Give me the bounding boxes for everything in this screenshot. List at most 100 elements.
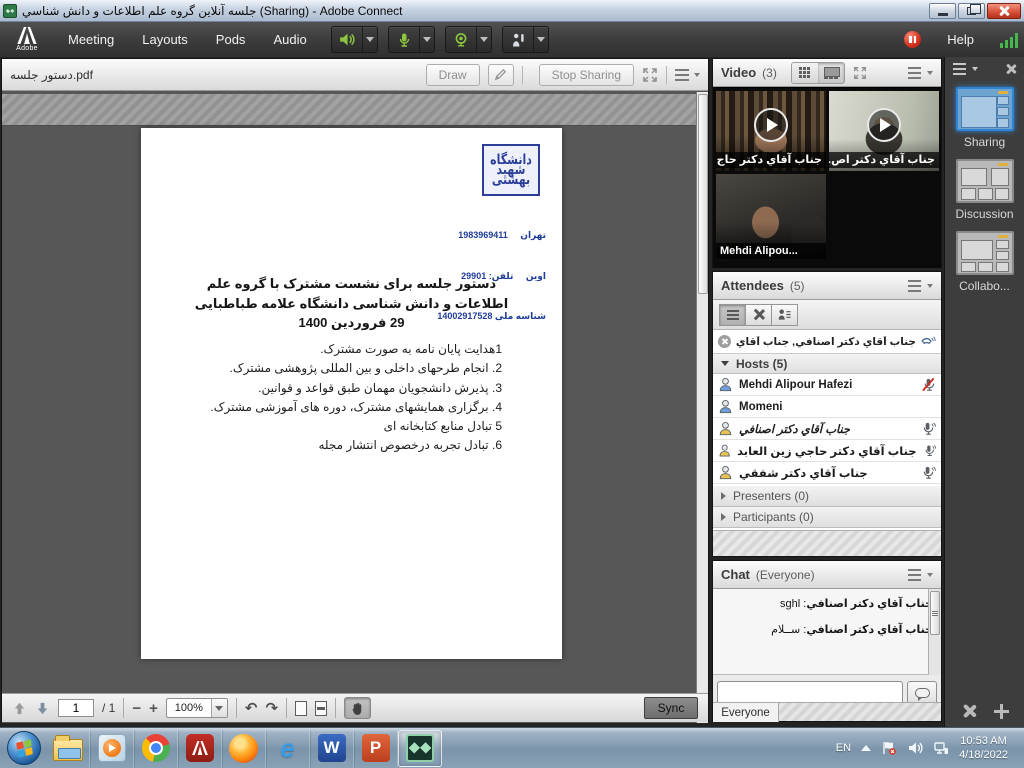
phone-conference-row[interactable]: جناب آقاي دكتر اصنافي, جناب آقاي دكتر حا… [713,330,941,354]
play-icon[interactable] [754,108,788,142]
menu-layouts[interactable]: Layouts [128,22,202,57]
attendees-resize-area [713,530,941,556]
zoom-dropdown-arrow[interactable] [211,699,227,717]
connection-signal-icon[interactable] [1000,32,1018,48]
webcam-dropdown[interactable] [476,27,491,52]
microphone-button[interactable] [388,26,435,53]
attendee-row[interactable]: جناب آقاي دكتر شفقي [713,462,941,484]
page-up-button[interactable] [12,701,27,716]
hosts-group-header[interactable]: Hosts (5) [713,354,941,374]
taskbar-explorer-icon[interactable] [46,730,90,767]
fit-width-button[interactable] [315,701,327,716]
layout-sharing[interactable]: Sharing [945,87,1024,149]
breakout-view-button[interactable] [745,304,772,326]
taskbar-clock[interactable]: 10:53 AM 4/18/2022 [959,734,1014,762]
chat-scrollbar-thumb[interactable] [930,591,940,635]
taskbar-ie-icon[interactable]: e [266,730,310,767]
fullscreen-icon[interactable] [642,67,658,83]
minimize-button[interactable] [929,3,956,19]
action-center-flag-icon[interactable] [881,740,897,756]
webcam-button[interactable] [445,26,492,53]
layout-discussion[interactable]: Discussion [945,159,1024,221]
set-status-button[interactable] [502,26,549,53]
zoom-level-select[interactable]: 100% [166,698,228,718]
language-indicator[interactable]: EN [836,742,851,754]
taskbar-firefox-icon[interactable] [222,730,266,767]
participants-group-header[interactable]: Participants (0) [713,507,941,528]
video-participant-name: جناب آقاي دكتر اص... [829,152,939,168]
share-pod-menu[interactable] [675,69,700,81]
document-scrollbar[interactable] [696,92,708,723]
taskbar-powerpoint-icon[interactable]: P [354,730,398,767]
video-filmstrip-view-button[interactable] [818,63,844,83]
attendees-pod-menu[interactable] [908,280,933,292]
volume-icon[interactable] [907,740,923,756]
video-participant-name: Mehdi Alipou... [716,243,826,259]
video-grid-view-button[interactable] [792,63,818,83]
draw-button[interactable]: Draw [426,64,480,86]
start-button[interactable] [2,730,46,767]
layout-collaboration[interactable]: Collabo... [945,231,1024,293]
chat-scrollbar[interactable] [928,589,941,675]
layout-bar-close-icon[interactable] [1006,64,1016,74]
attendee-row[interactable]: Mehdi Alipour Hafezi [713,374,941,396]
attendee-row[interactable]: جناب آقاي دكتر حاجي زين العابديني [713,440,941,462]
help-menu[interactable]: Help [935,32,986,47]
taskbar-adobe-connect-icon[interactable] [398,730,442,767]
chat-pod-menu[interactable] [908,569,933,581]
set-status-dropdown[interactable] [533,27,548,52]
attendee-list-view-button[interactable] [719,304,746,326]
close-button[interactable] [987,3,1021,19]
host-person-icon [718,377,733,392]
video-pod-menu[interactable] [908,67,933,79]
video-body: جناب آقاي دكتر حاج... جناب آقاي دكتر اص.… [713,88,941,268]
document-scrollbar-thumb[interactable] [698,94,708,294]
menu-pods[interactable]: Pods [202,22,260,57]
recording-indicator-icon[interactable] [904,31,921,48]
taskbar-acrobat-icon[interactable] [178,730,222,767]
chat-tab-everyone[interactable]: Everyone [713,703,779,722]
tray-expand-icon[interactable] [861,745,871,751]
stop-sharing-button[interactable]: Stop Sharing [539,64,634,86]
page-number-input[interactable] [58,699,94,717]
agenda-item: 1هدایت پایان نامه به صورت مشترک. [161,340,502,359]
sync-button[interactable]: Sync [644,697,698,719]
video-tile[interactable]: Mehdi Alipou... [716,174,826,262]
menu-meeting[interactable]: Meeting [54,22,128,57]
hang-up-icon[interactable] [718,335,731,348]
pod-options-icon[interactable] [961,703,977,719]
video-tile[interactable]: جناب آقاي دكتر حاج... [716,91,826,171]
taskbar-word-icon[interactable]: W [310,730,354,767]
restore-button[interactable] [958,3,985,19]
add-layout-icon[interactable] [994,704,1009,719]
layout-bar-menu[interactable] [953,63,978,75]
video-tile[interactable]: جناب آقاي دكتر اص... [829,91,939,171]
attendee-row[interactable]: Momeni [713,396,941,418]
network-icon[interactable] [933,740,949,756]
attendee-status-view-button[interactable] [771,304,798,326]
rotate-right-button[interactable]: ↷ [265,699,278,717]
video-fullscreen-icon[interactable] [853,66,867,80]
share-pod: دستور جلسه.pdf Draw Stop Sharing دانشگاه [1,58,709,723]
zoom-out-button[interactable]: − [132,701,141,716]
attendees-view-toolbar [713,300,941,330]
attendees-pod-header: Attendees (5) [713,272,941,300]
attendee-row[interactable]: جناب آقاي دكتر اصنافي [713,418,941,440]
speaker-dropdown[interactable] [362,27,377,52]
page-down-button[interactable] [35,701,50,716]
fit-page-button[interactable] [295,701,307,716]
pan-tool-button[interactable] [344,697,371,719]
taskbar-chrome-icon[interactable] [134,730,178,767]
adobe-connect-window-icon [3,4,17,18]
presenters-group-header[interactable]: Presenters (0) [713,486,941,507]
rotate-left-button[interactable]: ↶ [245,699,258,717]
layout-label: Sharing [964,135,1005,149]
expand-icon [721,513,726,521]
taskbar-media-player-icon[interactable] [90,730,134,767]
pointer-tool-button[interactable] [488,64,514,86]
menu-audio[interactable]: Audio [259,22,320,57]
speaker-button[interactable] [331,26,378,53]
microphone-dropdown[interactable] [419,27,434,52]
play-icon[interactable] [867,108,901,142]
zoom-in-button[interactable]: + [149,701,158,716]
